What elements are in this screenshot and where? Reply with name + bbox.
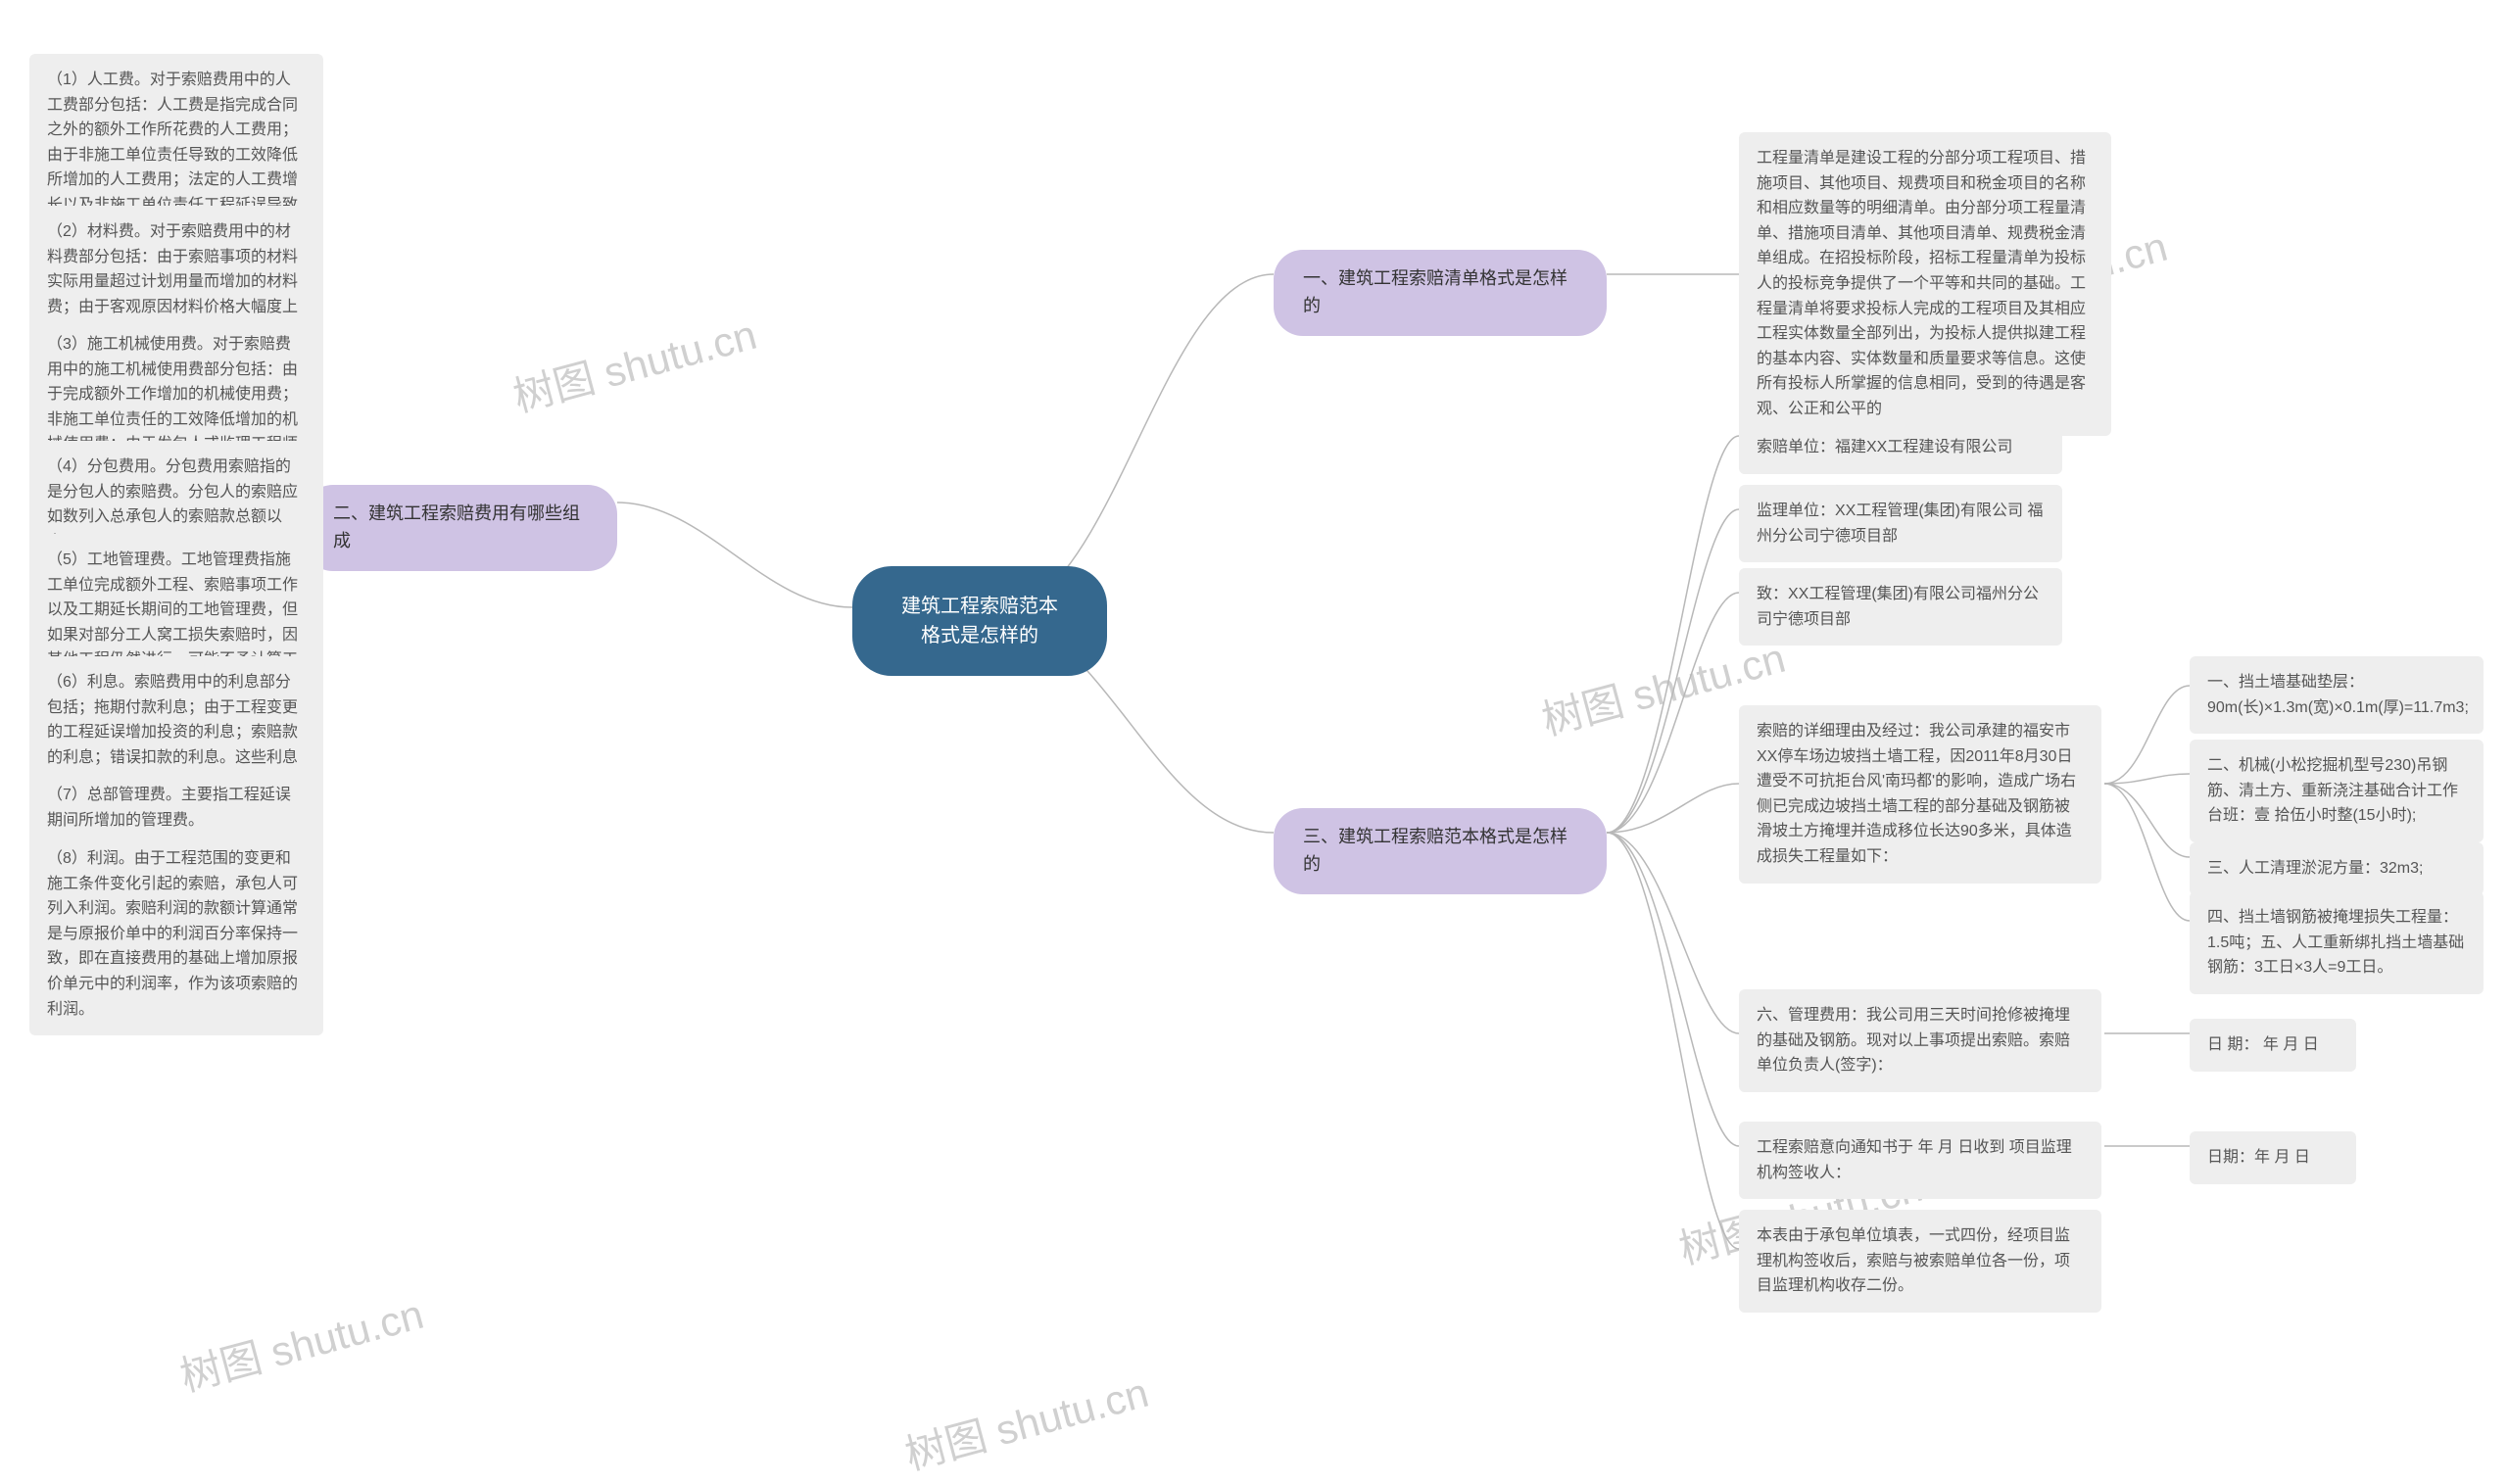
branch-3-leaf-1[interactable]: 索赔单位：福建XX工程建设有限公司 [1739,421,2062,474]
branch-3-rest-2[interactable]: 工程索赔意向通知书于 年 月 日收到 项目监理机构签收人： [1739,1122,2101,1199]
branch-3-detail-item-4[interactable]: 四、挡土墙钢筋被掩埋损失工程量：1.5吨；五、人工重新绑扎挡土墙基础钢筋：3工日… [2190,891,2484,994]
branch-3-detail-item-2[interactable]: 二、机械(小松挖掘机型号230)吊钢筋、清土方、重新浇注基础合计工作台班：壹 拾… [2190,740,2484,842]
mindmap-canvas: 建筑工程索赔范本格式是怎样的 一、建筑工程索赔清单格式是怎样的 工程量清单是建设… [0,0,2508,1484]
branch-3-rest-1[interactable]: 六、管理费用：我公司用三天时间抢修被掩埋的基础及钢筋。现对以上事项提出索赔。索赔… [1739,989,2101,1092]
branch-2-leaf-8[interactable]: （8）利润。由于工程范围的变更和施工条件变化引起的索赔，承包人可列入利润。索赔利… [29,833,323,1035]
branch-3-rest-2-date[interactable]: 日期：年 月 日 [2190,1131,2356,1184]
branch-3[interactable]: 三、建筑工程索赔范本格式是怎样的 [1274,808,1607,894]
branch-1-leaf[interactable]: 工程量清单是建设工程的分部分项工程项目、措施项目、其他项目、规费项目和税金项目的… [1739,132,2111,436]
branch-2[interactable]: 二、建筑工程索赔费用有哪些组成 [304,485,617,571]
branch-3-detail[interactable]: 索赔的详细理由及经过：我公司承建的福安市XX停车场边坡挡土墙工程，因2011年8… [1739,705,2101,884]
branch-3-rest-1-date[interactable]: 日 期： 年 月 日 [2190,1019,2356,1072]
connector-lines [0,0,2508,1484]
branch-3-detail-item-3[interactable]: 三、人工清理淤泥方量：32m3; [2190,842,2484,895]
central-topic[interactable]: 建筑工程索赔范本格式是怎样的 [852,566,1107,676]
branch-1[interactable]: 一、建筑工程索赔清单格式是怎样的 [1274,250,1607,336]
branch-3-leaf-2[interactable]: 监理单位：XX工程管理(集团)有限公司 福州分公司宁德项目部 [1739,485,2062,562]
branch-3-leaf-3[interactable]: 致：XX工程管理(集团)有限公司福州分公司宁德项目部 [1739,568,2062,646]
branch-3-rest-3[interactable]: 本表由于承包单位填表，一式四份，经项目监理机构签收后，索赔与被索赔单位各一份，项… [1739,1210,2101,1313]
branch-3-detail-item-1[interactable]: 一、挡土墙基础垫层：90m(长)×1.3m(宽)×0.1m(厚)=11.7m3; [2190,656,2484,734]
